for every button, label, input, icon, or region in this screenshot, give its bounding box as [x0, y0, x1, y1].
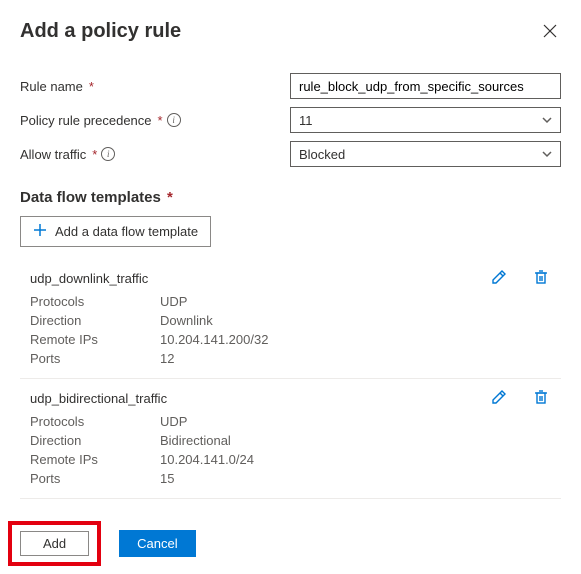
field-value: Bidirectional	[160, 433, 555, 448]
template-name: udp_downlink_traffic	[30, 271, 148, 286]
precedence-value: 11	[299, 113, 313, 128]
delete-template-button[interactable]	[533, 269, 549, 288]
field-label: Protocols	[30, 414, 160, 429]
template-name: udp_bidirectional_traffic	[30, 391, 167, 406]
edit-template-button[interactable]	[491, 389, 507, 408]
field-value: UDP	[160, 414, 555, 429]
delete-template-button[interactable]	[533, 389, 549, 408]
field-label: Direction	[30, 433, 160, 448]
close-icon	[543, 26, 557, 41]
pencil-icon	[491, 269, 507, 288]
field-label: Remote IPs	[30, 452, 160, 467]
field-value: 10.204.141.200/32	[160, 332, 555, 347]
data-flow-template-item: udp_bidirectional_traffic Protocols UDP …	[20, 379, 561, 499]
allow-traffic-select[interactable]: Blocked	[290, 141, 561, 167]
plus-icon	[33, 223, 47, 240]
trash-icon	[533, 269, 549, 288]
field-value: 10.204.141.0/24	[160, 452, 555, 467]
chevron-down-icon	[542, 147, 552, 162]
precedence-select[interactable]: 11	[290, 107, 561, 133]
precedence-label: Policy rule precedence* i	[20, 113, 290, 128]
edit-template-button[interactable]	[491, 269, 507, 288]
data-flow-template-item: udp_downlink_traffic Protocols UDP Direc…	[20, 259, 561, 379]
field-value: Downlink	[160, 313, 555, 328]
pencil-icon	[491, 389, 507, 408]
chevron-down-icon	[542, 113, 552, 128]
info-icon[interactable]: i	[101, 147, 115, 161]
trash-icon	[533, 389, 549, 408]
allow-traffic-label: Allow traffic* i	[20, 147, 290, 162]
add-data-flow-template-button[interactable]: Add a data flow template	[20, 216, 211, 247]
field-label: Remote IPs	[30, 332, 160, 347]
info-icon[interactable]: i	[167, 113, 181, 127]
field-label: Ports	[30, 351, 160, 366]
data-flow-templates-heading: Data flow templates *	[20, 189, 561, 206]
close-button[interactable]	[539, 20, 561, 45]
field-value: 15	[160, 471, 555, 486]
field-label: Protocols	[30, 294, 160, 309]
add-button[interactable]: Add	[20, 531, 89, 556]
field-label: Ports	[30, 471, 160, 486]
field-value: 12	[160, 351, 555, 366]
dialog-title: Add a policy rule	[20, 20, 181, 43]
field-label: Direction	[30, 313, 160, 328]
highlight-box: Add	[8, 521, 101, 566]
allow-traffic-value: Blocked	[299, 147, 345, 162]
cancel-button[interactable]: Cancel	[119, 530, 195, 557]
rule-name-input[interactable]	[290, 73, 561, 99]
field-value: UDP	[160, 294, 555, 309]
rule-name-label: Rule name*	[20, 79, 290, 94]
